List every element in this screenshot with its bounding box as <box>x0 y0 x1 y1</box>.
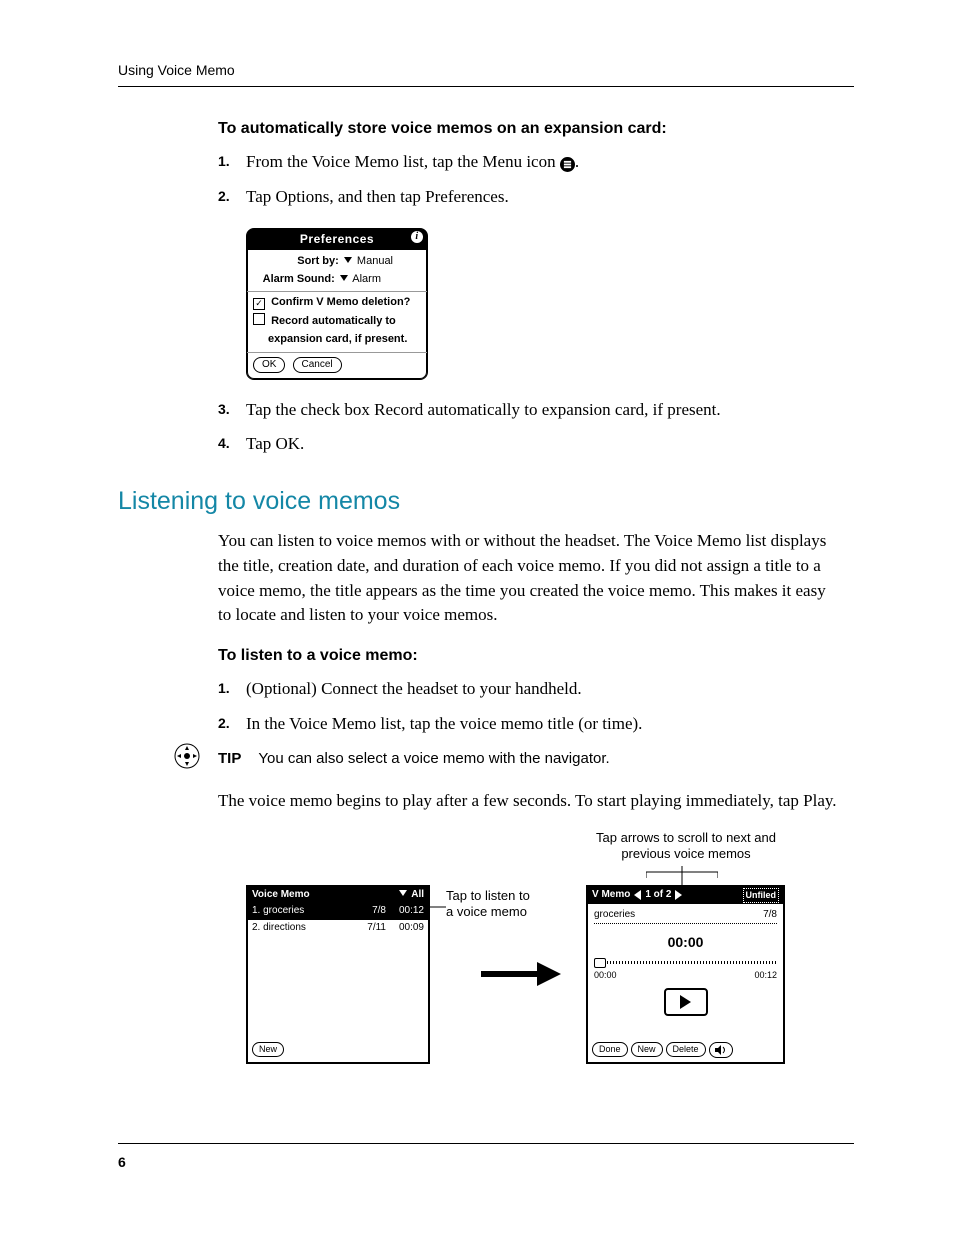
dropdown-icon[interactable] <box>344 257 352 263</box>
step-1-text-a: From the Voice Memo list, tap the Menu i… <box>246 152 560 171</box>
listen-step-1: 1. (Optional) Connect the headset to you… <box>218 677 838 702</box>
caption-scroll-arrows: Tap arrows to scroll to next and previou… <box>586 830 786 863</box>
pointer-bracket-top <box>646 866 718 878</box>
step-3: 3. Tap the check box Record automaticall… <box>218 398 838 423</box>
record-auto-label-a: Record automatically to <box>271 315 396 327</box>
figure-area: Tap arrows to scroll to next and previou… <box>246 830 854 1070</box>
progress-slider[interactable] <box>594 957 777 967</box>
done-button[interactable]: Done <box>592 1042 628 1057</box>
listen-step-1-text: (Optional) Connect the headset to your h… <box>246 679 582 698</box>
step-4-text: Tap OK. <box>246 434 304 453</box>
step-2: 2. Tap Options, and then tap Preferences… <box>218 185 838 210</box>
arrow-right-icon <box>481 962 561 986</box>
memo-date: 7/8 <box>763 908 777 923</box>
page-footer: 6 <box>118 1143 854 1175</box>
step-1-text-b: . <box>575 152 579 171</box>
alarm-label: Alarm Sound: <box>263 273 335 285</box>
time-start: 00:00 <box>594 969 617 982</box>
step-2-num: 2. <box>218 186 230 206</box>
play-paragraph: The voice memo begins to play after a fe… <box>218 789 838 814</box>
player-titlebar: V Memo 1 of 2 Unfiled <box>588 887 783 904</box>
step-3-num: 3. <box>218 399 230 419</box>
subhead-listen: To listen to a voice memo: <box>218 644 838 667</box>
elapsed-time: 00:00 <box>594 932 777 952</box>
step-4: 4. Tap OK. <box>218 432 838 457</box>
tip-label: TIP <box>218 750 241 767</box>
preferences-titlebar: Preferences i <box>247 229 427 250</box>
memo-title[interactable]: groceries <box>594 908 635 923</box>
preferences-title: Preferences <box>300 232 374 246</box>
caption-tap-listen: Tap to listen to a voice memo <box>446 888 536 921</box>
category-label: All <box>411 889 424 900</box>
checkbox-confirm-deletion[interactable]: ✓ <box>253 298 265 310</box>
voice-memo-list-screen: Voice Memo All 1. groceries 7/8 00:12 2.… <box>246 885 430 1064</box>
info-icon[interactable]: i <box>411 231 423 243</box>
sortby-value[interactable]: Manual <box>357 255 393 267</box>
intro-paragraph: You can listen to voice memos with or wi… <box>218 529 838 628</box>
checkbox-record-auto[interactable] <box>253 313 265 325</box>
slider-thumb[interactable] <box>594 958 606 968</box>
step-4-num: 4. <box>218 433 230 453</box>
voice-memo-player-screen: V Memo 1 of 2 Unfiled groceries 7/8 00:0… <box>586 885 785 1064</box>
section-heading-listening: Listening to voice memos <box>118 483 854 519</box>
new-button[interactable]: New <box>252 1042 284 1057</box>
list-titlebar: Voice Memo All <box>248 887 428 904</box>
dropdown-icon[interactable] <box>340 275 348 281</box>
play-button[interactable] <box>664 988 708 1016</box>
menu-icon <box>560 157 575 172</box>
delete-button[interactable]: Delete <box>666 1042 706 1057</box>
record-index: 1 of 2 <box>645 888 671 903</box>
navigator-icon <box>173 742 201 778</box>
cancel-button[interactable]: Cancel <box>293 357 342 373</box>
time-end: 00:12 <box>754 969 777 982</box>
list-title: Voice Memo <box>252 888 310 903</box>
next-arrow-icon[interactable] <box>675 890 682 900</box>
listen-step-2: 2. In the Voice Memo list, tap the voice… <box>218 712 838 737</box>
page-number: 6 <box>118 1154 126 1170</box>
ok-button[interactable]: OK <box>253 357 285 373</box>
tip-text: You can also select a voice memo with th… <box>258 750 609 767</box>
header-rule <box>118 86 854 87</box>
player-category[interactable]: Unfiled <box>743 888 780 903</box>
subhead-store: To automatically store voice memos on an… <box>218 117 838 140</box>
pointer-line-side <box>428 906 446 908</box>
sortby-label: Sort by: <box>297 255 339 267</box>
category-dropdown[interactable]: All <box>397 888 424 903</box>
list-row-2[interactable]: 2. directions 7/11 00:09 <box>248 920 428 937</box>
list-row-1[interactable]: 1. groceries 7/8 00:12 <box>248 903 428 920</box>
alarm-value[interactable]: Alarm <box>352 273 381 285</box>
confirm-deletion-label: Confirm V Memo deletion? <box>271 296 410 308</box>
step-2-text: Tap Options, and then tap Preferences. <box>246 187 509 206</box>
player-title: V Memo <box>592 888 630 903</box>
prev-arrow-icon[interactable] <box>634 890 641 900</box>
preferences-dialog: Preferences i Sort by: Manual Alarm Soun… <box>246 228 428 380</box>
speaker-button[interactable] <box>709 1042 733 1058</box>
running-head: Using Voice Memo <box>118 60 854 80</box>
play-icon <box>680 995 691 1009</box>
new-button[interactable]: New <box>631 1042 663 1057</box>
step-3-text: Tap the check box Record automatically t… <box>246 400 721 419</box>
step-1: 1. From the Voice Memo list, tap the Men… <box>218 150 838 175</box>
record-auto-label-b: expansion card, if present. <box>268 333 407 345</box>
step-1-num: 1. <box>218 151 230 171</box>
listen-step-2-text: In the Voice Memo list, tap the voice me… <box>246 714 642 733</box>
dropdown-icon <box>399 890 407 896</box>
